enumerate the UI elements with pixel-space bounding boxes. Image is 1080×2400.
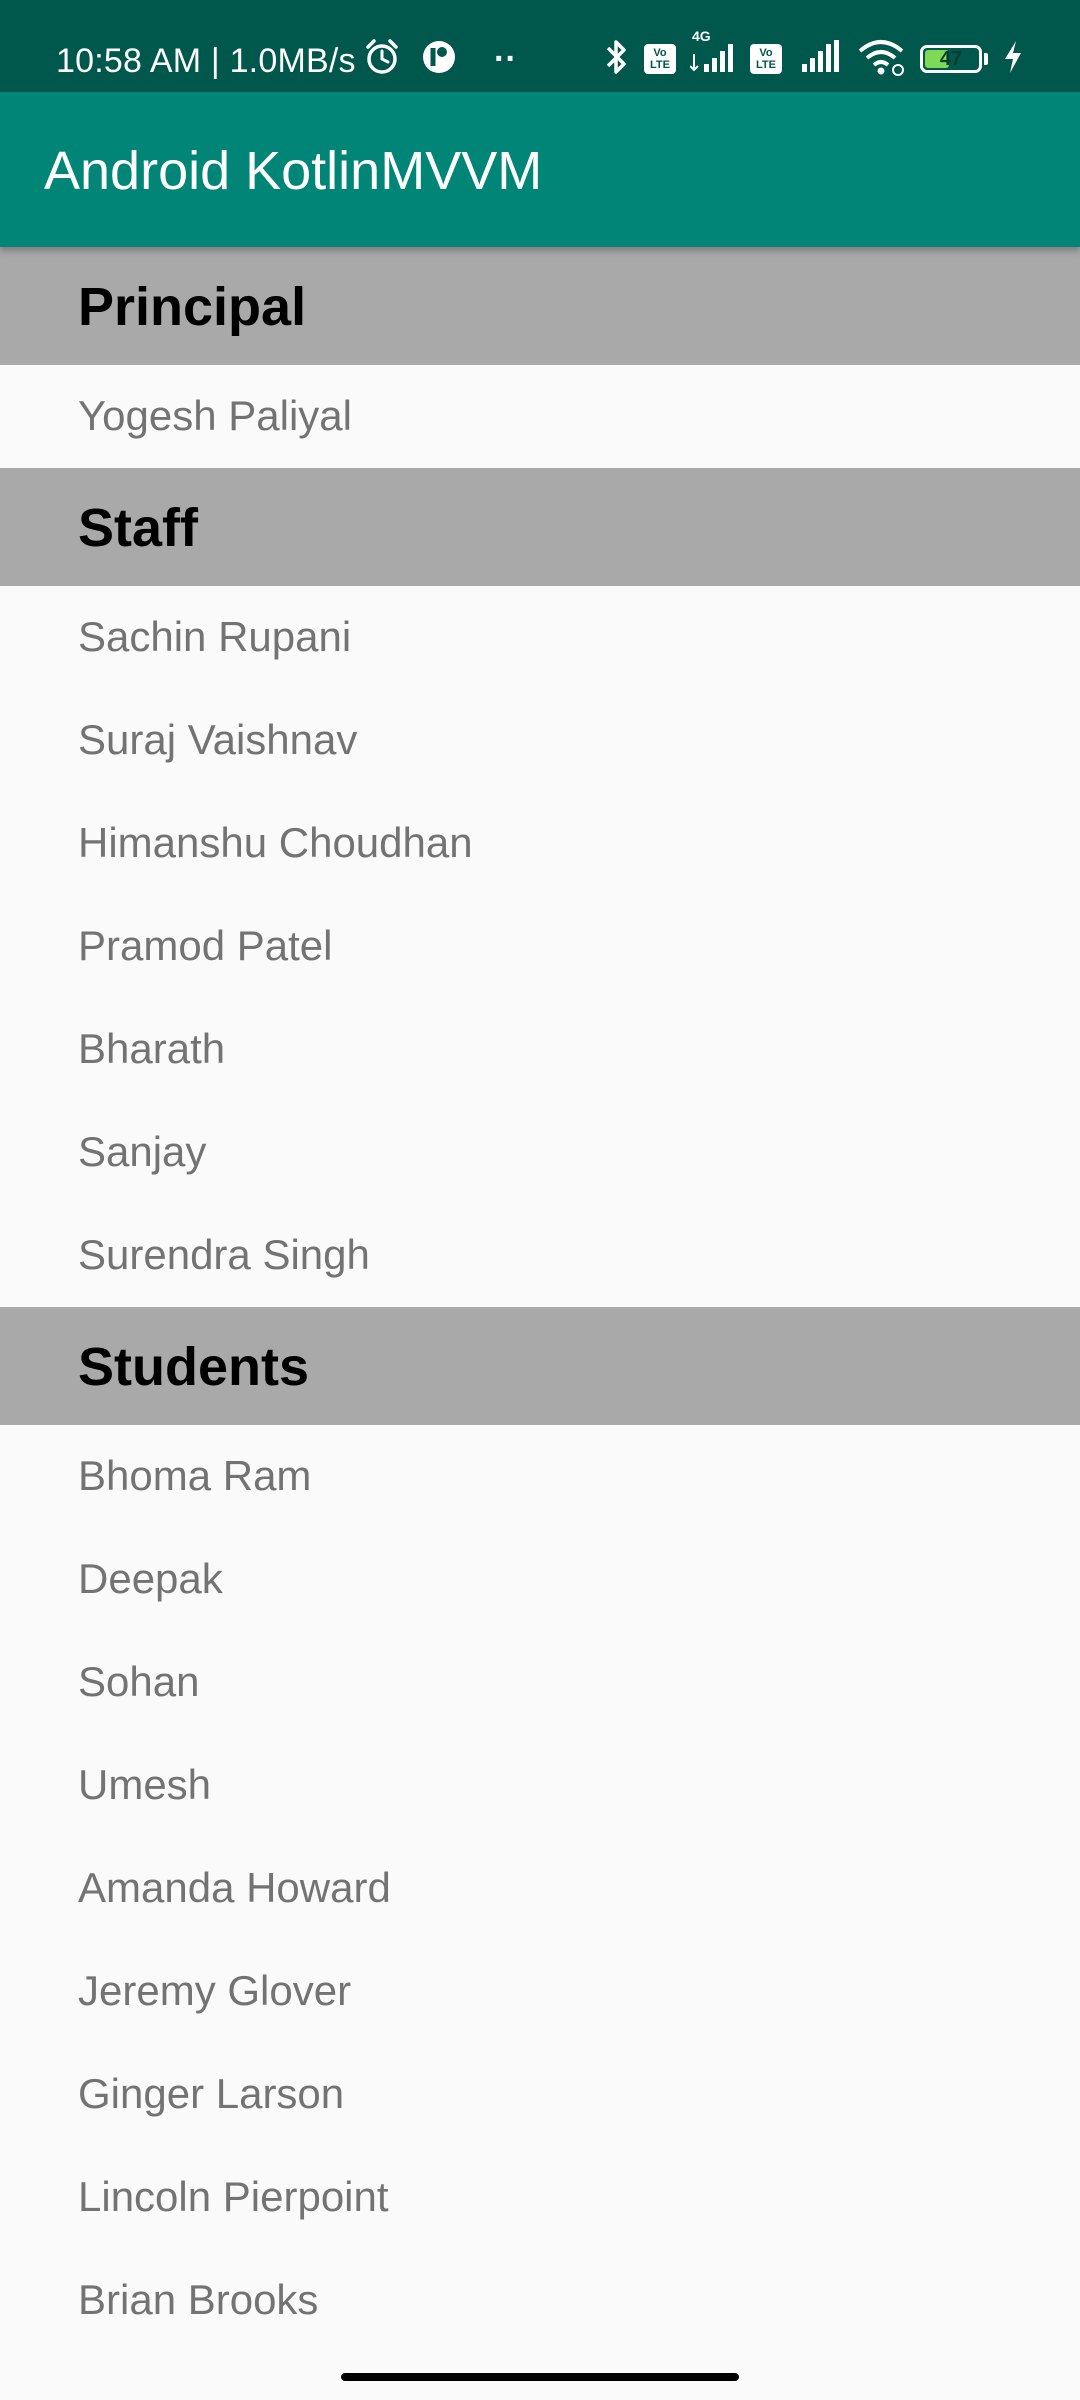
more-notifications-dots: ·· [494,39,517,78]
signal-icon-2 [796,39,842,79]
list-item[interactable]: Surendra Singh [0,1204,1080,1307]
list-item[interactable]: Jeremy Glover [0,1940,1080,2043]
list-item[interactable]: Umesh [0,1734,1080,1837]
volte-label-top: Vo [653,47,667,59]
section-header-principal: Principal [0,247,1080,365]
status-left-icons: ·· [362,36,517,82]
battery-cap [984,53,988,65]
list-item-name: Sohan [78,1658,200,1705]
list-item[interactable]: Bhoma Ram [0,1425,1080,1528]
list-item-name: Pramod Patel [78,922,333,969]
list-item[interactable]: Suraj Vaishnav [0,689,1080,792]
list-item-name: Jeremy Glover [78,1967,352,2014]
list-item[interactable]: Deepak [0,1528,1080,1631]
bluetooth-icon [604,37,630,82]
list-item-name: Suraj Vaishnav [78,716,358,763]
list-item-name: Amanda Howard [78,1864,391,1911]
app-bar: Android KotlinMVVM [0,92,1080,247]
sectioned-list[interactable]: Principal Yogesh Paliyal Staff Sachin Ru… [0,247,1080,2352]
status-right-icons: Vo LTE 4G Vo LTE 47 [604,28,1024,82]
list-item[interactable]: Sachin Rupani [0,586,1080,689]
status-bar: 10:58 AM | 1.0MB/s ·· Vo LTE 4G Vo LTE 4… [0,0,1080,92]
list-item[interactable]: Lincoln Pierpoint [0,2146,1080,2249]
list-item[interactable]: Bharath [0,998,1080,1101]
list-item[interactable]: Himanshu Choudhan [0,792,1080,895]
charging-icon [1002,39,1024,80]
list-item[interactable]: Pramod Patel [0,895,1080,998]
list-item-name: Surendra Singh [78,1231,370,1278]
list-item-name: Yogesh Paliyal [78,392,352,439]
list-item-name: Ginger Larson [78,2070,345,2117]
wifi-icon [856,37,906,82]
app-notification-icon [420,38,458,81]
list-item[interactable]: Ginger Larson [0,2043,1080,2146]
list-item-name: Bharath [78,1025,226,1072]
list-item-name: Himanshu Choudhan [78,819,473,866]
list-item[interactable]: Sanjay [0,1101,1080,1204]
volte-icon-2: Vo LTE [750,44,782,74]
gesture-nav-handle[interactable] [341,2373,739,2381]
list-item[interactable]: Amanda Howard [0,1837,1080,1940]
battery-icon: 47 [920,45,982,73]
status-time: 10:58 AM | 1.0MB/s [56,42,356,80]
list-item[interactable]: Brian Brooks [0,2249,1080,2352]
app-title: Android KotlinMVVM [44,141,543,201]
list-item[interactable]: Sohan [0,1631,1080,1734]
battery-level: 47 [939,48,963,70]
section-header-staff: Staff [0,468,1080,586]
list-item-name: Sanjay [78,1128,207,1175]
list-item-name: Bhoma Ram [78,1452,312,1499]
section-title: Principal [78,277,307,337]
network-type-label: 4G [692,27,711,44]
list-item-name: Sachin Rupani [78,613,352,660]
section-title: Students [78,1337,310,1397]
volte-label-bottom: LTE [650,59,670,71]
volte-label-top-2: Vo [759,47,773,59]
list-item-name: Deepak [78,1555,223,1602]
list-item-name: Lincoln Pierpoint [78,2173,389,2220]
section-header-students: Students [0,1307,1080,1425]
signal-icon: 4G [689,28,736,79]
list-item[interactable]: Yogesh Paliyal [0,365,1080,468]
list-item-name: Umesh [78,1761,212,1808]
section-title: Staff [78,498,198,558]
volte-label-bottom-2: LTE [756,59,776,71]
list-item-name: Brian Brooks [78,2276,319,2323]
volte-icon: Vo LTE [644,44,676,74]
alarm-icon [362,37,402,82]
